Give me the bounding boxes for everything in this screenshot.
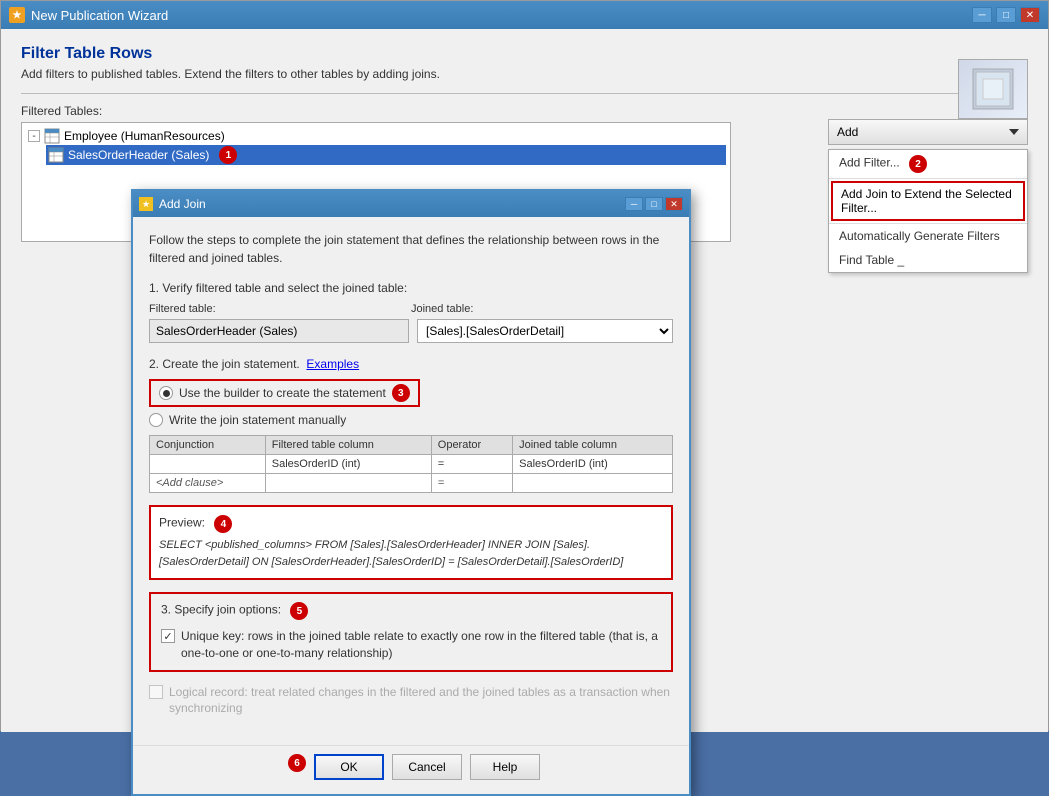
minimize-button[interactable]: ─ (972, 7, 992, 23)
row2-operator: = (431, 474, 512, 493)
join-table: Conjunction Filtered table column Operat… (149, 435, 673, 493)
window-title: New Publication Wizard (31, 8, 168, 23)
right-panel: Add Add Filter... 2 Add Join to Extend t… (828, 119, 1028, 273)
add-menu-panel: Add Filter... 2 Add Join to Extend the S… (828, 149, 1028, 273)
row1-operator: = (431, 455, 512, 474)
add-dropdown-button[interactable]: Add (828, 119, 1028, 145)
row2-filtered-col (265, 474, 431, 493)
add-join-extend-menu-item[interactable]: Add Join to Extend the Selected Filter..… (831, 181, 1025, 221)
table-icon (44, 128, 60, 144)
wizard-thumbnail (958, 59, 1028, 119)
app-icon: ★ (9, 7, 25, 23)
main-window: ★ New Publication Wizard ─ □ ✕ Filter Ta… (0, 0, 1049, 731)
preview-label: Preview: 4 (159, 515, 663, 533)
tree-root-item[interactable]: - Employee (HumanResources) (26, 127, 726, 145)
add-filter-menu-item[interactable]: Add Filter... 2 (829, 150, 1027, 178)
logical-record-label: Logical record: treat related changes in… (169, 684, 673, 718)
add-join-dialog: ★ Add Join ─ □ ✕ Follow the steps to com… (131, 189, 691, 796)
tree-child-item[interactable]: SalesOrderHeader (Sales) 1 (46, 145, 726, 165)
filtered-table-input: SalesOrderHeader (Sales) (149, 319, 409, 343)
menu-divider (829, 178, 1027, 179)
auto-generate-filters-menu-item[interactable]: Automatically Generate Filters (829, 224, 1027, 248)
joined-table-select[interactable]: [Sales].[SalesOrderDetail][Sales].[Sales… (417, 319, 673, 343)
logical-record-section: Logical record: treat related changes in… (149, 684, 673, 718)
row1-filtered-col: SalesOrderID (int) (265, 455, 431, 474)
col-operator: Operator (431, 436, 512, 455)
divider (21, 93, 1028, 94)
row2-joined-col (513, 474, 673, 493)
maximize-button[interactable]: □ (996, 7, 1016, 23)
callout-1: 1 (219, 146, 237, 164)
joined-table-label: Joined table: (411, 303, 673, 315)
preview-section: Preview: 4 SELECT <published_columns> FR… (149, 505, 673, 580)
close-button[interactable]: ✕ (1020, 7, 1040, 23)
page-subtitle: Add filters to published tables. Extend … (21, 67, 1028, 81)
table-row: SalesOrderID (int) = SalesOrderID (int) (150, 455, 673, 474)
row1-joined-col: SalesOrderID (int) (513, 455, 673, 474)
dropdown-arrow-icon (1009, 129, 1019, 135)
add-label: Add (837, 125, 858, 139)
find-table-menu-item[interactable]: Find Table _ (829, 248, 1027, 272)
unique-key-checkbox[interactable] (161, 629, 175, 643)
tree-child-label: SalesOrderHeader (Sales) (68, 148, 209, 162)
page-header: Filter Table Rows Add filters to publish… (21, 45, 1028, 81)
filtered-tables-label: Filtered Tables: (21, 104, 1028, 118)
main-content: Filter Table Rows Add filters to publish… (1, 29, 1048, 732)
callout-6: 6 (288, 754, 306, 772)
row1-conjunction (150, 455, 266, 474)
radio-manual-dot[interactable] (149, 413, 163, 427)
tree-child-icon (48, 147, 64, 163)
radio-group: Use the builder to create the statement … (149, 379, 673, 427)
step3-header: 3. Specify join options: 5 (161, 602, 661, 620)
dialog-intro: Follow the steps to complete the join st… (149, 231, 673, 267)
ok-button[interactable]: OK (314, 754, 384, 780)
col-joined-col: Joined table column (513, 436, 673, 455)
examples-link[interactable]: Examples (306, 357, 359, 371)
row2-conjunction: <Add clause> (150, 474, 266, 493)
dialog-body: Follow the steps to complete the join st… (133, 217, 689, 745)
dialog-minimize-button[interactable]: ─ (625, 197, 643, 211)
callout-4: 4 (214, 515, 232, 533)
tree-root-label: Employee (HumanResources) (64, 129, 225, 143)
help-button[interactable]: Help (470, 754, 540, 780)
filtered-table-label: Filtered table: (149, 303, 411, 315)
dialog-footer: 6 OK Cancel Help (133, 745, 689, 794)
dialog-icon: ★ (139, 197, 153, 211)
step1-header: 1. Verify filtered table and select the … (149, 281, 673, 295)
page-title: Filter Table Rows (21, 45, 1028, 63)
dialog-title-bar: ★ Add Join ─ □ ✕ (133, 191, 689, 217)
dialog-title: Add Join (159, 197, 206, 211)
join-options-section: 3. Specify join options: 5 Unique key: r… (149, 592, 673, 672)
step2-header: 2. Create the join statement. Examples (149, 357, 673, 371)
table-row-add-clause[interactable]: <Add clause> = (150, 474, 673, 493)
table-inputs: SalesOrderHeader (Sales) [Sales].[SalesO… (149, 319, 673, 343)
tree-expand-icon[interactable]: - (28, 130, 40, 142)
preview-text: SELECT <published_columns> FROM [Sales].… (159, 537, 663, 570)
callout-2: 2 (909, 155, 927, 173)
logical-record-checkbox[interactable] (149, 685, 163, 699)
unique-key-checkbox-item[interactable]: Unique key: rows in the joined table rel… (161, 628, 661, 662)
title-bar: ★ New Publication Wizard ─ □ ✕ (1, 1, 1048, 29)
radio-builder-label: Use the builder to create the statement (179, 386, 386, 400)
radio-manual-item[interactable]: Write the join statement manually (149, 413, 673, 427)
callout-3: 3 (392, 384, 410, 402)
dialog-maximize-button[interactable]: □ (645, 197, 663, 211)
col-conjunction: Conjunction (150, 436, 266, 455)
window-controls: ─ □ ✕ (972, 7, 1040, 23)
cancel-button[interactable]: Cancel (392, 754, 462, 780)
logical-record-item: Logical record: treat related changes in… (149, 684, 673, 718)
unique-key-label: Unique key: rows in the joined table rel… (181, 628, 661, 662)
callout-5: 5 (290, 602, 308, 620)
radio-manual-label: Write the join statement manually (169, 413, 346, 427)
table-labels: Filtered table: Joined table: (149, 303, 673, 315)
radio-builder-dot[interactable] (159, 386, 173, 400)
col-filtered-col: Filtered table column (265, 436, 431, 455)
dialog-close-button[interactable]: ✕ (665, 197, 683, 211)
